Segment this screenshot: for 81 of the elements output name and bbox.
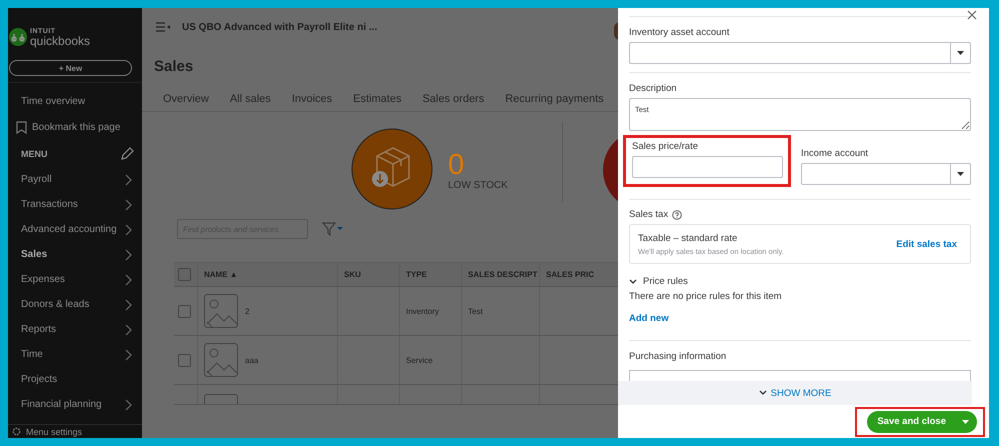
show-more-link[interactable]: SHOW MORE	[618, 381, 972, 405]
page-title: Sales	[153, 57, 194, 77]
table-cell: Inventory	[406, 306, 439, 316]
column-header[interactable]: SALES DESCRIPT	[462, 263, 540, 286]
row-checkbox[interactable]	[178, 304, 191, 318]
tax-rate-name: Taxable – standard rate	[638, 232, 738, 244]
sidebar-item[interactable]: Projects	[8, 367, 142, 392]
new-button[interactable]: + New	[9, 60, 132, 76]
menu-icon[interactable]	[156, 22, 170, 32]
sidebar-item[interactable]: Sales	[8, 242, 142, 267]
save-and-close-button[interactable]: Save and close	[867, 410, 977, 432]
chevron-right-icon	[125, 398, 132, 410]
company-name: US QBO Advanced with Payroll Elite ni ...	[182, 22, 378, 32]
sidebar-item[interactable]: Expenses	[8, 267, 142, 292]
tab[interactable]: Recurring payments	[505, 93, 604, 105]
caret-icon	[957, 172, 964, 176]
field-label: Description	[629, 83, 678, 94]
logo-product: quickbooks	[30, 34, 90, 46]
caret-icon	[957, 51, 964, 55]
chevron-right-icon	[125, 224, 132, 236]
chevron-down-icon	[758, 390, 767, 396]
select-all-checkbox[interactable]	[178, 268, 191, 281]
tab[interactable]: Sales orders	[422, 93, 484, 105]
filter-icon[interactable]	[322, 222, 344, 236]
logo-icon	[9, 28, 27, 46]
chevron-icon	[629, 278, 637, 284]
menu-heading: MENU	[21, 149, 48, 159]
sidebar-item[interactable]: Reports	[8, 317, 142, 342]
price-rules-toggle[interactable]: Price rules	[629, 276, 971, 287]
sidebar-item[interactable]: Payroll	[8, 167, 142, 192]
edit-sales-tax-link[interactable]: Edit sales tax	[896, 238, 957, 250]
image-placeholder-icon	[204, 343, 238, 377]
chevron-right-icon	[125, 348, 132, 360]
table-cell: Service	[406, 356, 433, 364]
tab[interactable]: Estimates	[353, 93, 402, 105]
tab[interactable]: Overview	[163, 93, 209, 105]
sidebar-item[interactable]: Time	[8, 342, 142, 367]
help-icon[interactable]	[672, 210, 682, 220]
column-header[interactable]: NAME ▲	[198, 263, 338, 286]
inventory-account-dropdown[interactable]	[629, 42, 971, 64]
column-header[interactable]: SKU	[338, 263, 400, 286]
table-cell: aaa	[245, 356, 258, 364]
close-icon[interactable]	[967, 10, 977, 20]
add-new-link[interactable]: Add new	[629, 313, 669, 324]
field-label: Inventory asset account	[629, 27, 730, 38]
sidebar-item[interactable]: Time overview	[8, 89, 142, 114]
tab[interactable]: All sales	[230, 93, 271, 105]
chevron-right-icon	[125, 248, 132, 260]
low-stock-label: LOW STOCK	[448, 180, 508, 191]
low-stock-count: 0	[448, 151, 466, 180]
box-icon	[351, 128, 433, 210]
chevron-right-icon	[125, 324, 132, 336]
image-placeholder-icon	[204, 294, 238, 328]
sidebar-item[interactable]: Financial planning	[8, 392, 142, 417]
sidebar-item[interactable]: Advanced accounting	[8, 217, 142, 242]
chevron-right-icon	[125, 198, 132, 210]
field-label: Sales tax	[629, 209, 668, 220]
pencil-icon[interactable]	[120, 147, 134, 161]
column-header[interactable]: SALES PRIC	[540, 263, 610, 286]
tab[interactable]: Invoices	[292, 93, 332, 105]
sales-price-field[interactable]	[632, 156, 783, 178]
image-placeholder-icon	[204, 394, 238, 404]
menu-settings-link[interactable]: Menu settings	[8, 424, 142, 438]
bookmark-link[interactable]: Bookmark this page	[8, 114, 142, 141]
table-cell: Test	[468, 306, 483, 316]
sidebar-item[interactable]: Donors & leads	[8, 292, 142, 317]
table-cell: 2	[245, 306, 250, 316]
section-heading: Purchasing information	[629, 351, 728, 362]
chevron-right-icon	[125, 298, 132, 310]
field-label: Sales price/rate	[632, 141, 700, 152]
row-checkbox[interactable]	[178, 354, 191, 366]
chevron-right-icon	[125, 174, 132, 186]
caret-icon	[962, 420, 969, 424]
chevron-right-icon	[125, 274, 132, 286]
column-header[interactable]: TYPE	[400, 263, 462, 286]
gear-icon	[11, 426, 22, 437]
sidebar-item[interactable]: Transactions	[8, 192, 142, 217]
field-label: Income account	[801, 148, 870, 159]
income-account-dropdown[interactable]	[801, 163, 971, 185]
bookmark-icon	[16, 121, 27, 134]
price-rules-empty-text: There are no price rules for this item	[629, 291, 783, 302]
